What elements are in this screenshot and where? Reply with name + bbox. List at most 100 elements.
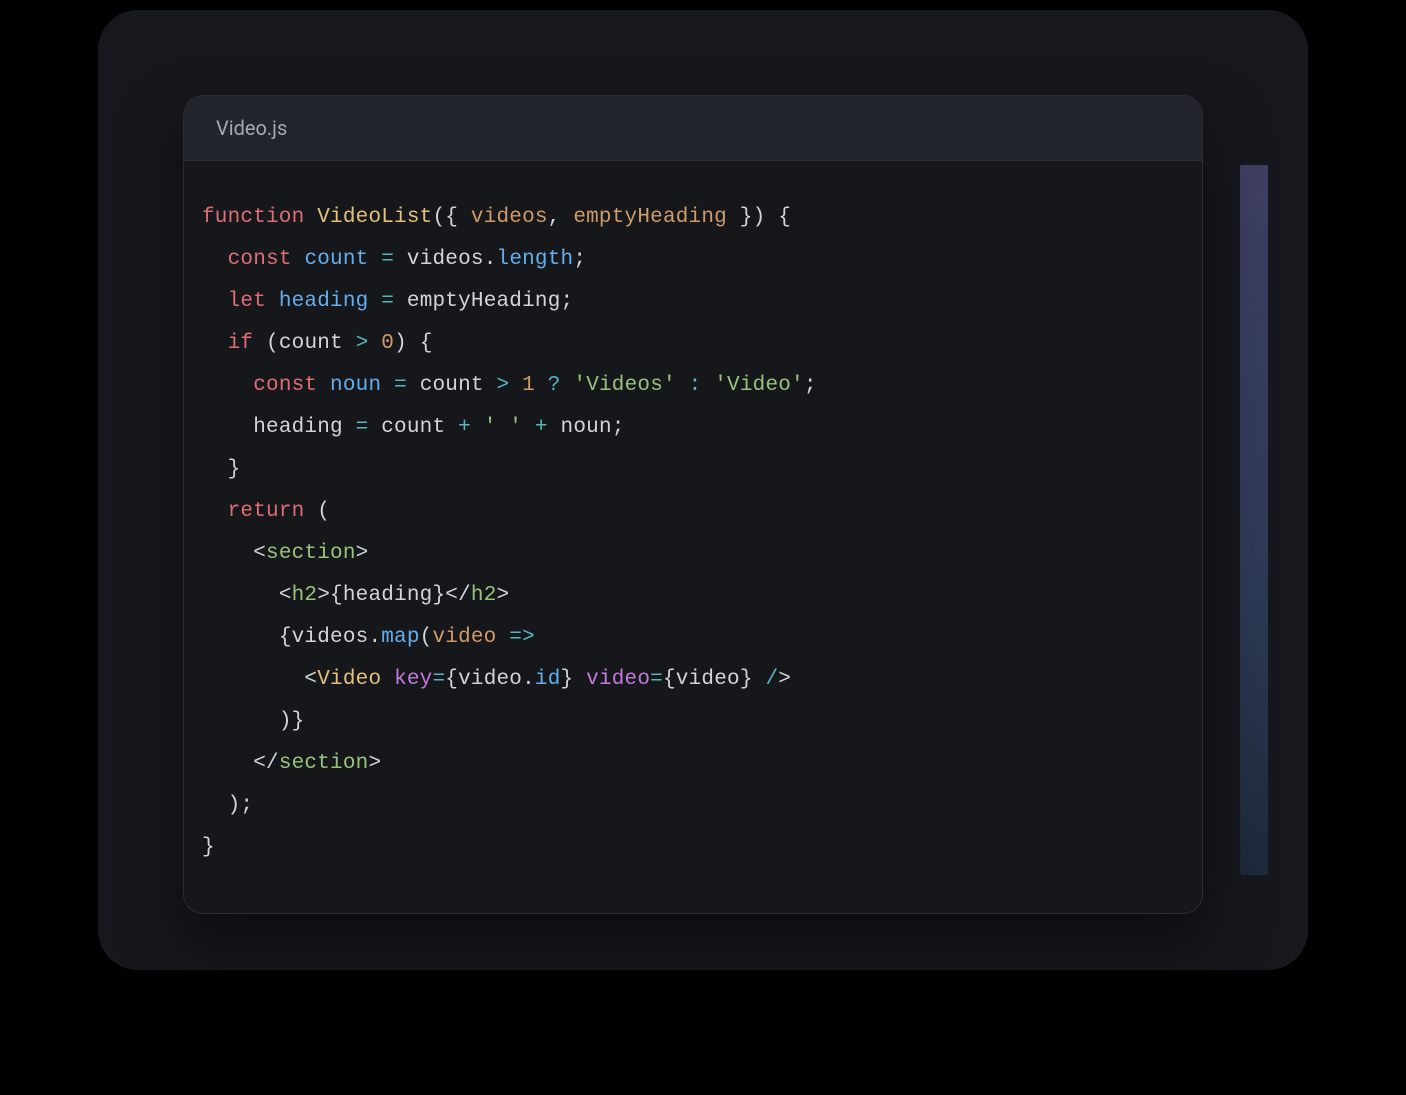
code-token — [701, 374, 714, 397]
code-token: . — [484, 248, 497, 271]
code-token: return — [228, 500, 305, 523]
code-token: > — [497, 584, 510, 607]
code-token: ; — [561, 290, 574, 313]
code-token — [202, 458, 228, 481]
code-token: ) — [394, 332, 407, 355]
editor-tab-filename[interactable]: Video.js — [216, 116, 287, 140]
code-token: => — [509, 626, 535, 649]
page-card: Video.js function VideoList({ videos, em… — [98, 10, 1308, 970]
code-token — [202, 752, 253, 775]
code-token — [202, 710, 279, 733]
code-line: return ( — [202, 491, 1184, 533]
code-token: map — [381, 626, 419, 649]
code-token — [266, 290, 279, 313]
code-line: <Video key={video.id} video={video} /> — [202, 659, 1184, 701]
code-token: if — [228, 332, 254, 355]
code-token: heading — [279, 290, 369, 313]
code-token: count — [279, 332, 356, 355]
code-line: let heading = emptyHeading; — [202, 281, 1184, 323]
code-token: ; — [573, 248, 586, 271]
code-token: : — [689, 374, 702, 397]
code-token: { — [445, 668, 458, 691]
code-line: )} — [202, 701, 1184, 743]
code-line: const noun = count > 1 ? 'Videos' : 'Vid… — [202, 365, 1184, 407]
editor-tabbar: Video.js — [184, 96, 1202, 161]
code-token: > — [497, 374, 510, 397]
code-token: = — [356, 416, 369, 439]
code-token: > — [317, 584, 330, 607]
code-token: count — [368, 416, 458, 439]
code-token: ; — [804, 374, 817, 397]
code-token: { — [279, 626, 292, 649]
code-token — [304, 500, 317, 523]
code-token: video — [458, 668, 522, 691]
code-token — [496, 626, 509, 649]
code-token: section — [266, 542, 356, 565]
code-token: id — [535, 668, 561, 691]
code-token: { — [663, 668, 676, 691]
code-token: </ — [253, 752, 279, 775]
code-token: . — [368, 626, 381, 649]
code-token: videos — [471, 206, 548, 229]
code-token — [394, 248, 407, 271]
code-line: <section> — [202, 533, 1184, 575]
code-line: {videos.map(video => — [202, 617, 1184, 659]
code-token: } — [740, 668, 753, 691]
code-token — [407, 332, 420, 355]
code-token — [368, 248, 381, 271]
code-token: } — [432, 584, 445, 607]
code-token — [317, 374, 330, 397]
code-token: , — [548, 206, 561, 229]
code-line: } — [202, 827, 1184, 869]
code-token: < — [304, 668, 317, 691]
code-token — [202, 416, 253, 439]
code-token — [765, 206, 778, 229]
code-token: ( — [266, 332, 279, 355]
code-token — [202, 248, 228, 271]
code-token — [202, 374, 253, 397]
code-token — [676, 374, 689, 397]
code-token: section — [279, 752, 369, 775]
code-token: = — [381, 290, 394, 313]
code-token: ( — [317, 500, 330, 523]
code-block[interactable]: function VideoList({ videos, emptyHeadin… — [184, 161, 1202, 913]
code-token: const — [228, 248, 292, 271]
code-token: } — [740, 206, 753, 229]
code-line: heading = count + ' ' + noun; — [202, 407, 1184, 449]
code-token — [202, 626, 279, 649]
code-token: + — [458, 416, 471, 439]
code-token: noun — [548, 416, 612, 439]
code-token: count — [407, 374, 497, 397]
code-token — [394, 290, 407, 313]
code-token: { — [420, 332, 433, 355]
code-token: } — [228, 458, 241, 481]
code-token: = — [650, 668, 663, 691]
code-token — [509, 374, 522, 397]
code-token: video — [586, 668, 650, 691]
code-token — [202, 584, 279, 607]
code-token — [573, 668, 586, 691]
code-token: < — [253, 542, 266, 565]
code-token — [535, 374, 548, 397]
code-token: ) — [279, 710, 292, 733]
code-token: length — [497, 248, 574, 271]
code-token: VideoList — [317, 206, 432, 229]
code-token — [202, 332, 228, 355]
code-token — [202, 668, 304, 691]
code-token — [202, 794, 228, 817]
code-line: </section> — [202, 743, 1184, 785]
code-token — [368, 290, 381, 313]
code-token: { — [445, 206, 458, 229]
code-token: { — [778, 206, 791, 229]
code-token: video — [676, 668, 740, 691]
code-token: video — [432, 626, 496, 649]
code-token — [561, 374, 574, 397]
code-token — [202, 542, 253, 565]
code-token — [202, 500, 228, 523]
code-token — [381, 668, 394, 691]
code-token — [522, 416, 535, 439]
code-token — [368, 332, 381, 355]
code-token — [292, 248, 305, 271]
code-token: 0 — [381, 332, 394, 355]
code-token: > — [356, 332, 369, 355]
